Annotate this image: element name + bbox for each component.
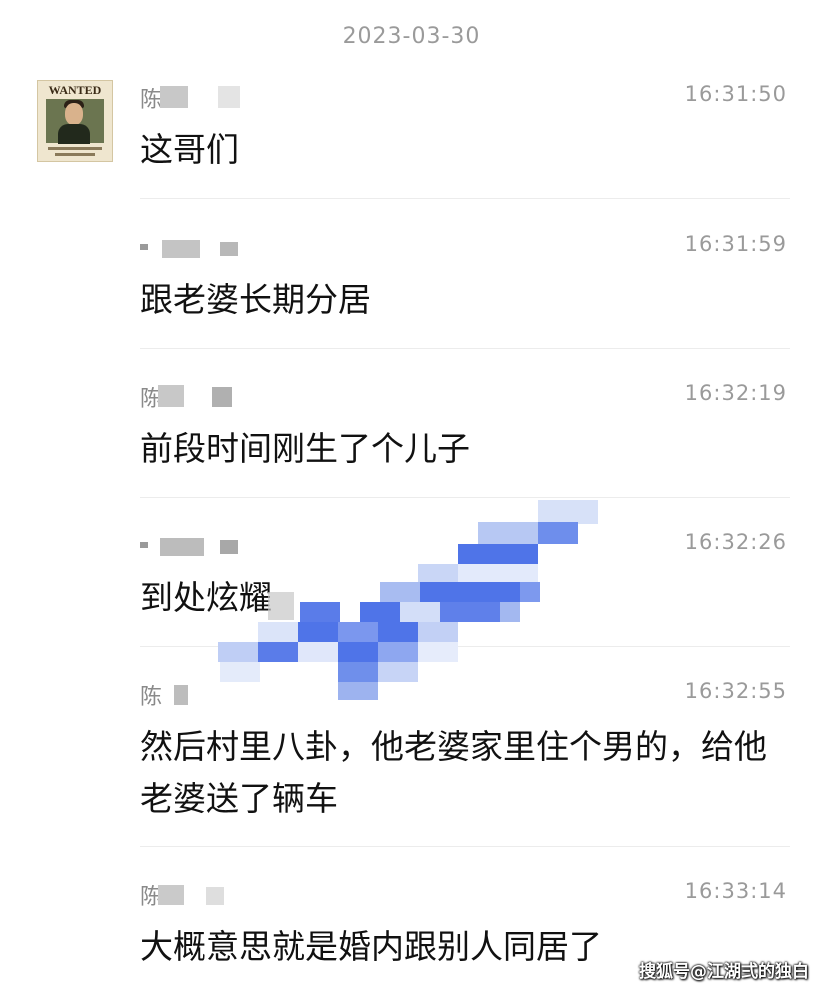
- message-time: 16:33:14: [684, 879, 787, 903]
- message-divider: [140, 198, 790, 199]
- sender-name-blur: [212, 387, 232, 407]
- sender-name-blur: [160, 86, 188, 108]
- sender-name-blur: [140, 542, 148, 548]
- sender-name[interactable]: 陈: [140, 82, 260, 113]
- mosaic-tile: [258, 642, 298, 662]
- sender-name-blur: [174, 685, 188, 705]
- message-divider: [140, 497, 790, 498]
- mosaic-tile: [338, 642, 378, 662]
- chat-message: 16:32:26 到处炫耀: [0, 530, 823, 630]
- sender-name-blur: [162, 240, 200, 258]
- message-time: 16:31:59: [684, 232, 787, 256]
- mosaic-tile: [538, 500, 598, 524]
- chat-message: 陈 16:31:50 这哥们: [0, 82, 823, 182]
- sender-name-blur: [206, 887, 224, 905]
- message-text[interactable]: 然后村里八卦，他老婆家里住个男的，给他老婆送了辆车: [140, 721, 790, 825]
- sender-name-blur: [158, 385, 184, 407]
- mosaic-tile: [418, 642, 458, 662]
- chat-message: 陈 16:32:19 前段时间刚生了个儿子: [0, 381, 823, 481]
- message-time: 16:32:55: [684, 679, 787, 703]
- mosaic-tile: [218, 642, 258, 662]
- message-text[interactable]: 跟老婆长期分居: [140, 274, 790, 326]
- chat-date: 2023-03-30: [342, 24, 481, 49]
- chat-message: 16:31:59 跟老婆长期分居: [0, 232, 823, 332]
- mosaic-tile: [298, 642, 338, 662]
- source-watermark: 搜狐号@江湖弍的独白: [639, 962, 809, 982]
- sender-name-text: 陈: [140, 685, 163, 710]
- sender-name[interactable]: 陈: [140, 679, 260, 710]
- sender-name-blur: [220, 242, 238, 256]
- message-time: 16:32:26: [684, 530, 787, 554]
- chat-message: 陈 16:32:55 然后村里八卦，他老婆家里住个男的，给他老婆送了辆车: [0, 679, 823, 829]
- message-text[interactable]: 前段时间刚生了个儿子: [140, 423, 790, 475]
- sender-name-text: 陈: [140, 88, 163, 113]
- message-time: 16:31:50: [684, 82, 787, 106]
- mosaic-tile: [378, 642, 418, 662]
- sender-name[interactable]: 陈: [140, 879, 260, 910]
- sender-name[interactable]: 陈: [140, 381, 260, 412]
- message-text[interactable]: 这哥们: [140, 124, 790, 176]
- sender-name-blur: [140, 244, 148, 250]
- sender-name[interactable]: [140, 232, 260, 262]
- sender-name-blur: [218, 86, 240, 108]
- message-divider: [140, 646, 790, 647]
- sender-name-blur: [158, 885, 184, 905]
- sender-name[interactable]: [140, 530, 260, 560]
- message-time: 16:32:19: [684, 381, 787, 405]
- message-text[interactable]: 到处炫耀: [140, 572, 790, 624]
- message-divider: [140, 348, 790, 349]
- message-divider: [140, 846, 790, 847]
- sender-name-blur: [220, 540, 238, 554]
- sender-name-blur: [160, 538, 204, 556]
